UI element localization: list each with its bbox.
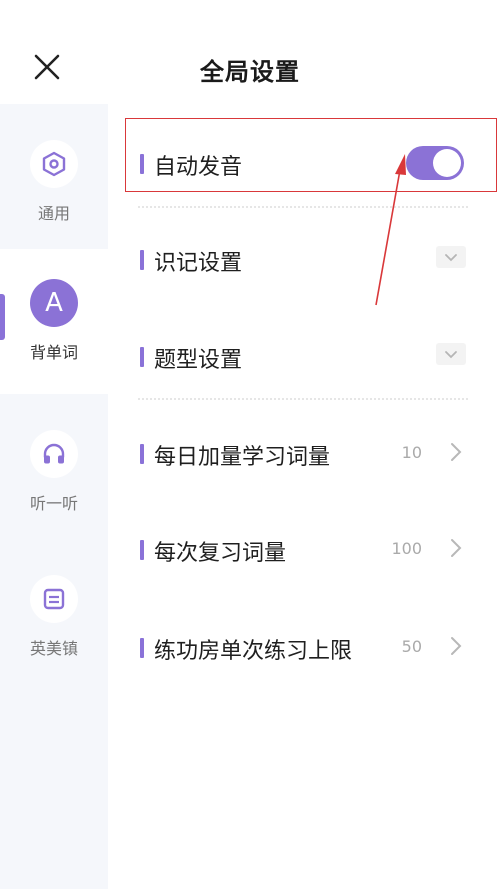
header: 全局设置	[0, 0, 500, 104]
chevron-right-icon	[451, 637, 462, 655]
setting-label: 识记设置	[154, 251, 243, 276]
sidebar-item-vocabulary[interactable]: A 背单词	[0, 249, 108, 394]
setting-label: 每日加量学习词量	[154, 445, 331, 470]
setting-value: 100	[391, 539, 422, 558]
chevron-right-icon	[451, 443, 462, 461]
sidebar: 通用 A 背单词 听一听 英美镇	[0, 104, 108, 889]
setting-row-question-type[interactable]: 题型设置	[108, 307, 500, 397]
headphones-icon	[30, 430, 78, 478]
sidebar-item-listen[interactable]: 听一听	[0, 394, 108, 539]
row-accent-bar	[140, 638, 144, 658]
sidebar-item-label: 背单词	[29, 343, 78, 362]
divider	[138, 206, 468, 208]
setting-row-memorize[interactable]: 识记设置	[108, 210, 500, 300]
setting-label: 练功房单次练习上限	[154, 639, 353, 664]
chevron-right-icon	[451, 539, 462, 557]
row-accent-bar	[140, 347, 144, 367]
sidebar-item-label: 英美镇	[29, 639, 78, 658]
active-indicator	[0, 294, 5, 340]
letter-a-icon: A	[30, 279, 78, 327]
setting-value: 50	[401, 637, 422, 656]
row-accent-bar	[140, 540, 144, 560]
sidebar-item-label: 听一听	[29, 494, 78, 513]
row-accent-bar	[140, 250, 144, 270]
setting-row-practice-limit[interactable]: 练功房单次练习上限 50	[108, 598, 500, 688]
sidebar-item-label: 通用	[37, 204, 70, 223]
book-icon	[30, 575, 78, 623]
sidebar-item-town[interactable]: 英美镇	[0, 539, 108, 684]
settings-hexagon-icon	[30, 140, 78, 188]
setting-value: 10	[401, 443, 422, 462]
letter-a-icon-text: A	[45, 288, 63, 318]
chevron-down-icon[interactable]	[436, 343, 466, 365]
setting-label: 每次复习词量	[154, 541, 287, 566]
chevron-down-icon[interactable]	[436, 246, 466, 268]
sidebar-item-general[interactable]: 通用	[0, 104, 108, 249]
highlight-box	[125, 118, 497, 192]
setting-label: 题型设置	[154, 348, 243, 373]
setting-row-daily-words[interactable]: 每日加量学习词量 10	[108, 404, 500, 494]
page-title: 全局设置	[200, 58, 300, 86]
settings-list: 自动发音 识记设置 题型设置 每日加量学习词量 10 每次复习词量 100 练功…	[108, 104, 500, 889]
setting-row-review-words[interactable]: 每次复习词量 100	[108, 500, 500, 590]
divider	[138, 398, 468, 400]
row-accent-bar	[140, 444, 144, 464]
